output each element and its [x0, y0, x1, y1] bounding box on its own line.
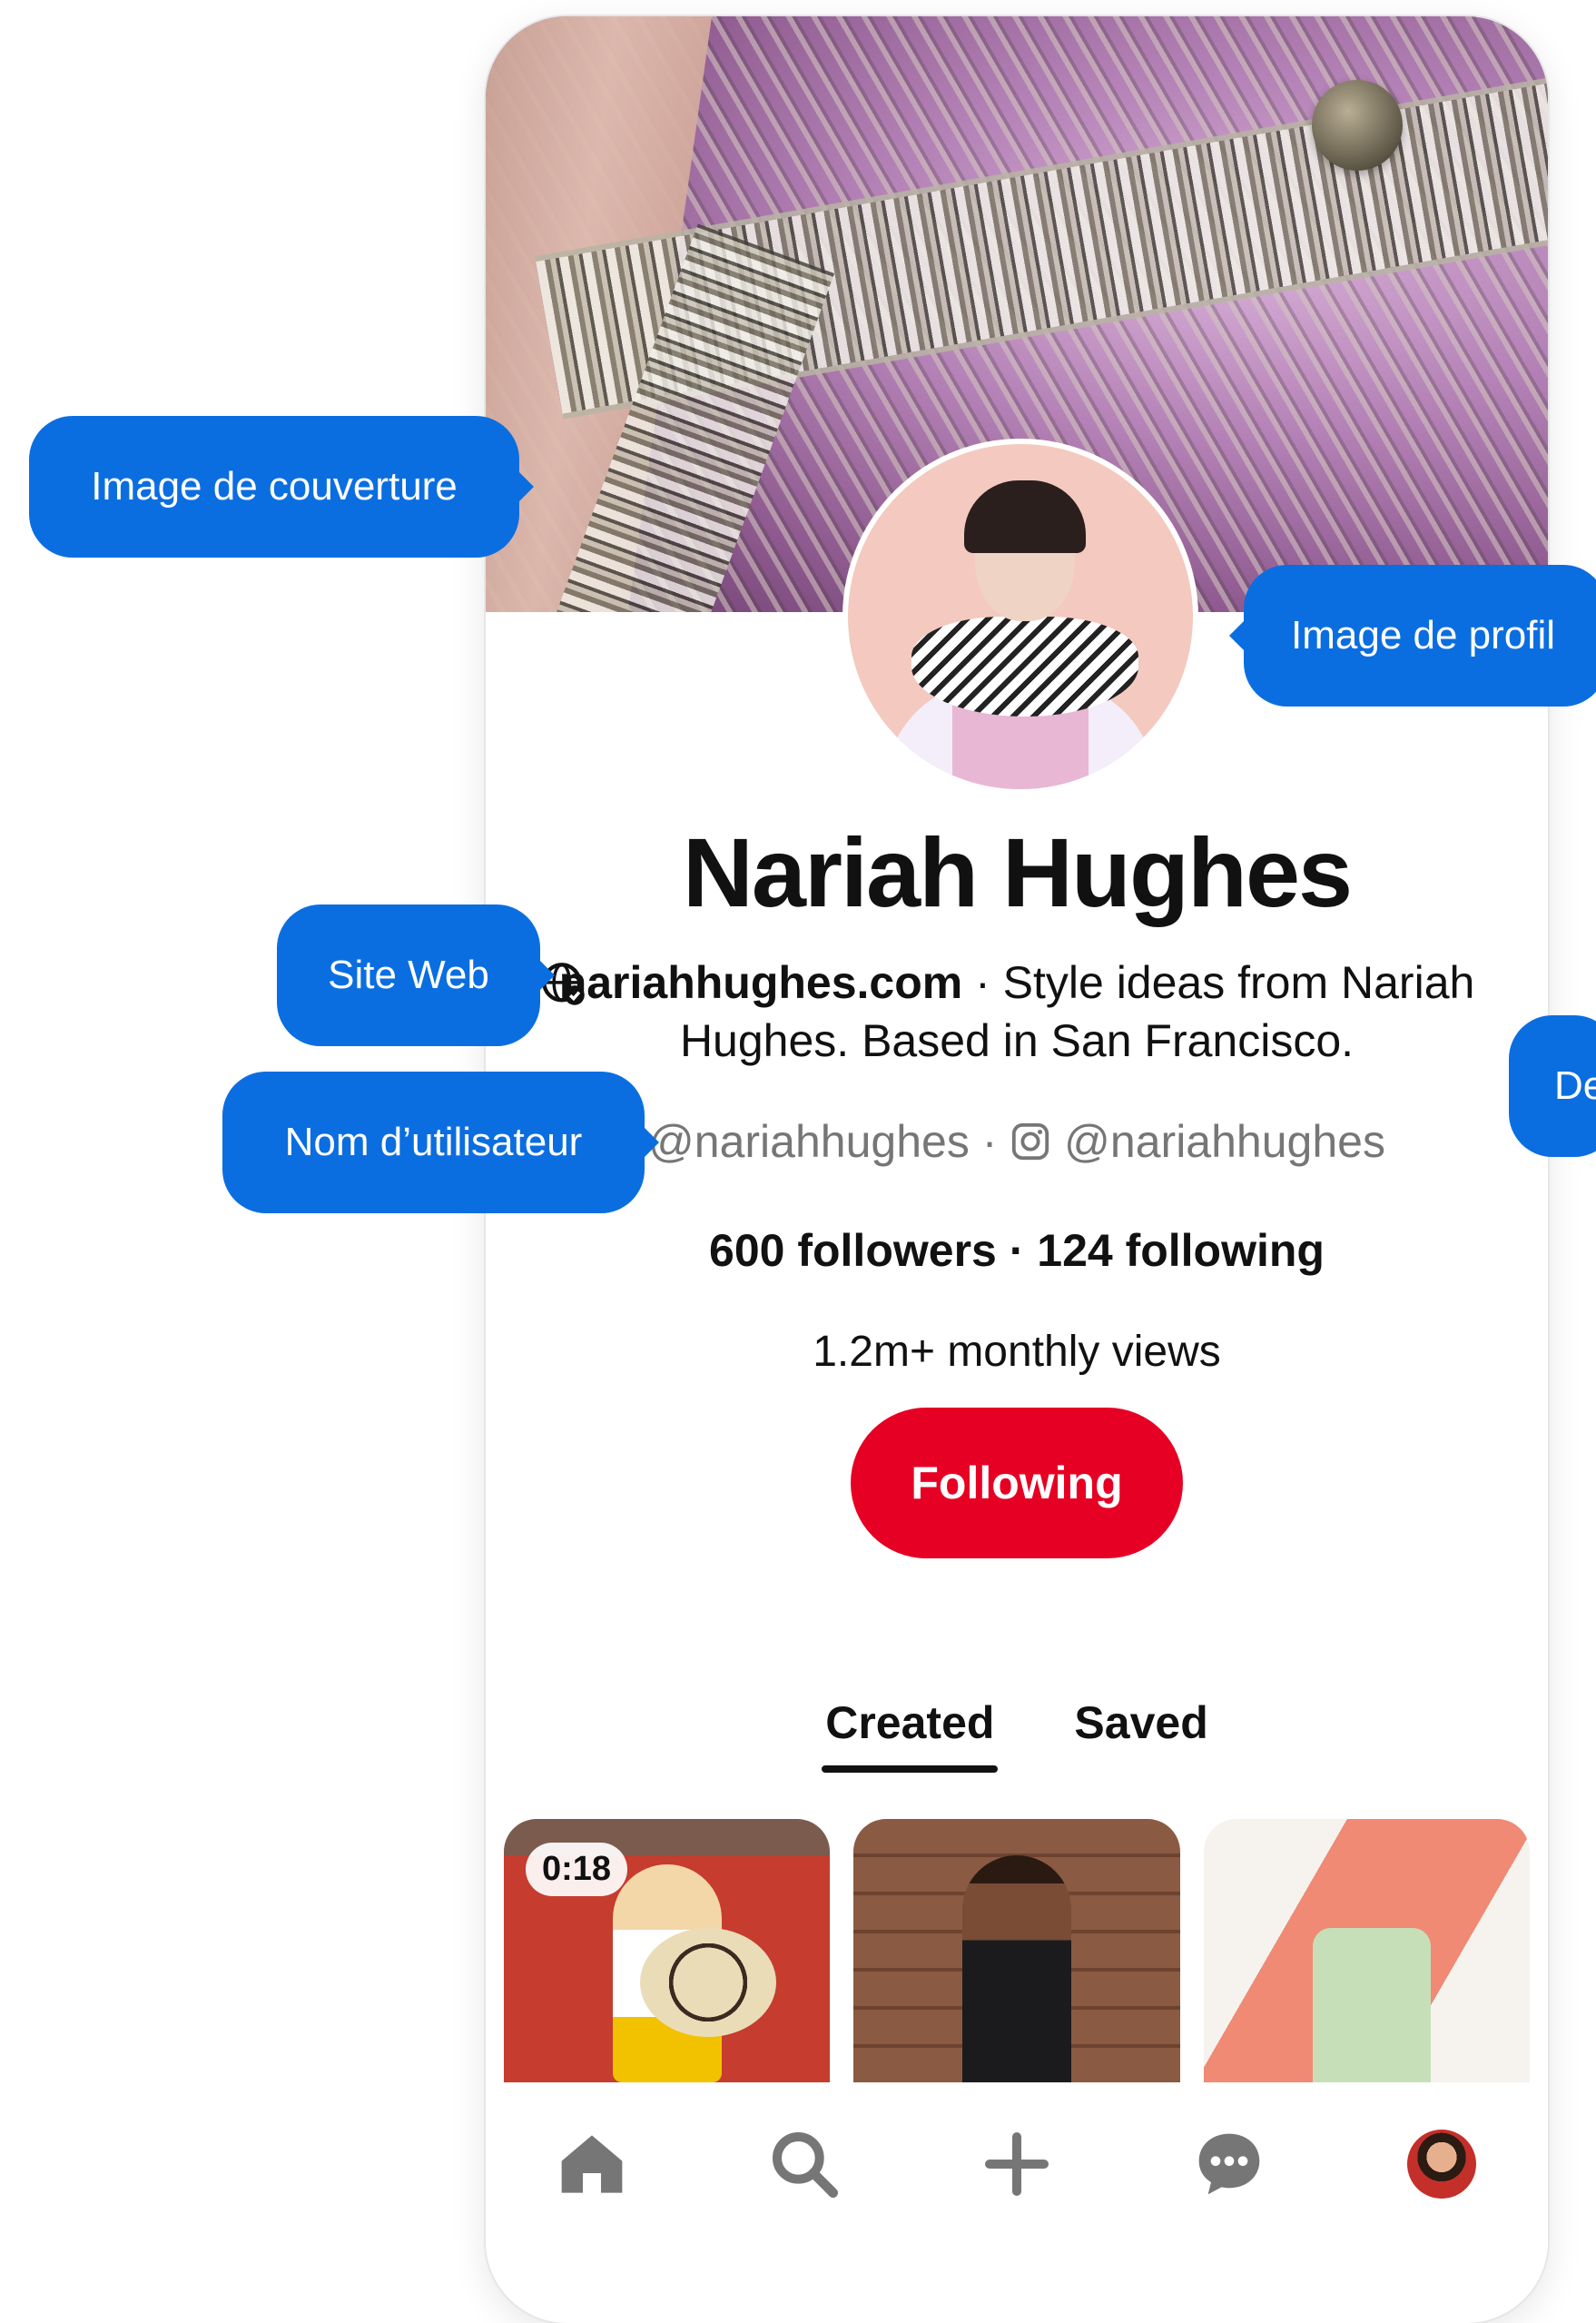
- video-duration-badge: 0:18: [526, 1843, 628, 1896]
- pin-grid: 0:18: [504, 1819, 1530, 2082]
- username: @nariahhughes: [648, 1116, 970, 1167]
- profile-image[interactable]: [842, 439, 1198, 795]
- follow-stats: 600 followers · 124 following: [709, 1225, 1325, 1276]
- callout-profile-image: Image de profil: [1229, 565, 1596, 707]
- callout-username: Nom d’utilisateur: [222, 1072, 659, 1213]
- callout-cover-image: Image de couverture: [29, 416, 534, 558]
- following-count[interactable]: 124 following: [1037, 1225, 1325, 1276]
- chat-icon[interactable]: [1188, 2123, 1270, 2205]
- following-button[interactable]: Following: [851, 1408, 1183, 1558]
- monthly-views: 1.2m+ monthly views: [813, 1328, 1221, 1376]
- callout-website: Site Web: [277, 904, 555, 1046]
- pin-card[interactable]: [1203, 1819, 1530, 2082]
- avatar: [1407, 2130, 1476, 2199]
- phone-frame: Nariah Hughes nariahhughes.com · Style i…: [486, 16, 1548, 2323]
- pin-card[interactable]: [853, 1819, 1180, 2082]
- profile-name: Nariah Hughes: [682, 817, 1353, 927]
- search-icon[interactable]: [764, 2123, 845, 2205]
- website-link[interactable]: nariahhughes.com: [559, 957, 963, 1008]
- pin-card[interactable]: 0:18: [504, 1819, 831, 2082]
- instagram-handle[interactable]: @nariahhughes: [1064, 1116, 1385, 1167]
- bottom-nav: [486, 2082, 1548, 2291]
- callout-description: De: [1509, 1015, 1596, 1157]
- about-row: nariahhughes.com · Style ideas from Nari…: [540, 954, 1493, 1070]
- tab-created[interactable]: Created: [822, 1696, 999, 1787]
- instagram-icon: [1012, 1122, 1049, 1161]
- tab-saved[interactable]: Saved: [1070, 1696, 1211, 1787]
- home-icon[interactable]: [551, 2123, 633, 2205]
- followers-count[interactable]: 600 followers: [709, 1225, 997, 1276]
- plus-icon[interactable]: [976, 2123, 1058, 2205]
- profile-tabs: Created Saved: [486, 1696, 1548, 1787]
- profile-avatar-nav[interactable]: [1401, 2123, 1483, 2205]
